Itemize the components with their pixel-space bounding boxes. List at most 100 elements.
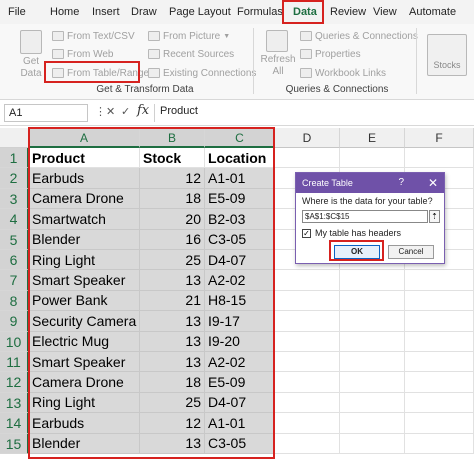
queries-icon — [300, 31, 312, 41]
row-header-10[interactable]: 10 — [0, 331, 29, 352]
row-header-13[interactable]: 13 — [0, 392, 29, 414]
cell[interactable] — [340, 270, 405, 291]
dialog-body: Where is the data for your table? — [296, 193, 444, 209]
cell[interactable] — [340, 372, 405, 393]
tab-view[interactable]: View — [373, 4, 397, 21]
cell[interactable] — [405, 433, 474, 454]
cell[interactable] — [275, 433, 340, 454]
table-range-highlight — [28, 127, 275, 459]
links-icon — [300, 68, 312, 78]
check-icon[interactable]: ✓ — [121, 105, 130, 118]
help-icon[interactable]: ? — [398, 173, 404, 193]
range-input[interactable]: $A$1:$C$15 — [302, 210, 428, 223]
tab-formulas[interactable]: Formulas — [237, 4, 283, 21]
recent-sources-button[interactable]: Recent Sources — [148, 46, 234, 62]
column-header-d[interactable]: D — [275, 128, 340, 148]
row-header-3[interactable]: 3 — [0, 188, 29, 210]
tab-automate[interactable]: Automate — [409, 4, 456, 21]
properties-icon — [300, 49, 312, 59]
from-text-csv-label: From Text/CSV — [67, 30, 135, 42]
tab-draw[interactable]: Draw — [131, 4, 157, 21]
tab-home[interactable]: Home — [50, 4, 79, 21]
cell[interactable] — [340, 331, 405, 352]
group-queries-label: Queries & Connections — [285, 84, 389, 95]
cell[interactable] — [275, 352, 340, 373]
cell[interactable] — [340, 433, 405, 454]
cell[interactable] — [275, 372, 340, 393]
cell[interactable] — [405, 290, 474, 312]
properties-button[interactable]: Properties — [300, 46, 361, 62]
cancel-button[interactable]: Cancel — [388, 245, 434, 259]
row-header-4[interactable]: 4 — [0, 209, 29, 230]
row-header-1[interactable]: 1 — [0, 148, 29, 169]
formula-bar: A1 ⋮ ✕ ✓ fx Product — [0, 100, 474, 126]
row-header-14[interactable]: 14 — [0, 413, 29, 434]
cell[interactable] — [405, 392, 474, 414]
cell[interactable] — [405, 148, 474, 169]
row-header-11[interactable]: 11 — [0, 352, 29, 373]
headers-checkbox-label: My table has headers — [315, 228, 402, 238]
row-header-2[interactable]: 2 — [0, 168, 29, 189]
data-tab-highlight — [282, 0, 324, 24]
refresh-label-2: All — [272, 66, 284, 77]
cell[interactable] — [405, 331, 474, 352]
range-question-label: Where is the data for your table? — [302, 196, 433, 206]
cell[interactable] — [275, 148, 340, 169]
row-header-12[interactable]: 12 — [0, 372, 29, 393]
cell[interactable] — [405, 413, 474, 434]
cell[interactable] — [275, 392, 340, 414]
select-all-corner[interactable] — [0, 128, 29, 148]
cell[interactable] — [275, 311, 340, 332]
dialog-title: Create Table — [302, 178, 353, 188]
more-options-icon[interactable]: ⋮ — [95, 105, 106, 118]
name-box[interactable]: A1 — [4, 104, 88, 122]
refresh-all-button[interactable]: Refresh All — [259, 54, 297, 78]
cell[interactable] — [405, 372, 474, 393]
column-header-e[interactable]: E — [340, 128, 405, 148]
cell[interactable] — [405, 311, 474, 332]
row-header-15[interactable]: 15 — [0, 433, 29, 454]
from-picture-button[interactable]: From Picture ▼ — [148, 28, 230, 44]
get-data-button[interactable]: Get Data — [14, 56, 48, 80]
tab-page-layout[interactable]: Page Layout — [169, 4, 231, 21]
collapse-dialog-icon[interactable]: ⇡ — [429, 210, 440, 223]
cell[interactable] — [405, 352, 474, 373]
tab-file[interactable]: File — [8, 4, 26, 21]
cell[interactable] — [340, 148, 405, 169]
cell[interactable] — [275, 331, 340, 352]
cell[interactable] — [340, 290, 405, 312]
row-header-9[interactable]: 9 — [0, 311, 29, 332]
fx-icon[interactable]: fx — [137, 103, 149, 118]
row-header-7[interactable]: 7 — [0, 270, 29, 291]
close-icon[interactable]: ✕ — [428, 173, 438, 193]
from-table-range-highlight — [44, 61, 140, 83]
stocks-button[interactable]: Stocks — [427, 34, 467, 76]
row-header-8[interactable]: 8 — [0, 290, 29, 312]
formula-input[interactable]: Product — [160, 105, 198, 117]
from-text-csv-button[interactable]: From Text/CSV — [52, 28, 135, 44]
cancel-icon[interactable]: ✕ — [106, 105, 115, 118]
cell[interactable] — [340, 352, 405, 373]
cell[interactable] — [405, 270, 474, 291]
cell[interactable] — [340, 392, 405, 414]
cell[interactable] — [275, 270, 340, 291]
tab-review[interactable]: Review — [330, 4, 366, 21]
from-picture-label: From Picture — [163, 30, 221, 42]
cell[interactable] — [340, 311, 405, 332]
cell[interactable] — [275, 290, 340, 312]
tab-insert[interactable]: Insert — [92, 4, 120, 21]
workbook-links-button[interactable]: Workbook Links — [300, 65, 386, 81]
cell[interactable] — [275, 413, 340, 434]
existing-connections-label: Existing Connections — [163, 67, 257, 79]
cell[interactable] — [340, 413, 405, 434]
headers-checkbox[interactable]: ✓ — [302, 229, 311, 238]
get-data-label-1: Get — [22, 56, 40, 67]
refresh-icon — [266, 30, 288, 52]
column-header-f[interactable]: F — [405, 128, 474, 148]
row-header-6[interactable]: 6 — [0, 250, 29, 271]
existing-connections-button[interactable]: Existing Connections — [148, 65, 256, 81]
row-header-5[interactable]: 5 — [0, 229, 29, 250]
picture-icon — [148, 31, 160, 41]
queries-connections-button[interactable]: Queries & Connections — [300, 28, 418, 44]
from-web-button[interactable]: From Web — [52, 46, 114, 62]
